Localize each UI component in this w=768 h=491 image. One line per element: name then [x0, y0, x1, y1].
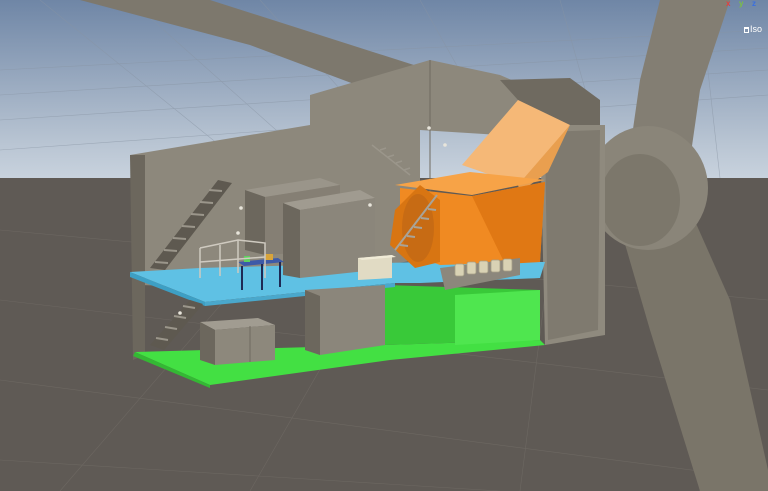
lower-cabinet[interactable] [305, 285, 385, 355]
electrical-box[interactable] [358, 255, 396, 280]
nacelle-front-face[interactable] [545, 130, 600, 340]
stacked-crates[interactable] [200, 318, 275, 365]
projection-icon [743, 27, 749, 33]
scene-view-viewport[interactable]: x y z Iso [0, 0, 768, 491]
wind-turbine-nacelle-scene[interactable] [0, 0, 768, 491]
scene-gizmo[interactable]: x y z Iso [716, 0, 768, 44]
projection-toggle[interactable]: Iso [743, 24, 762, 34]
gizmo-y-axis[interactable]: y [739, 0, 743, 8]
gizmo-x-axis[interactable]: x [726, 0, 730, 8]
hub-shadow [600, 154, 680, 246]
green-wall-block-face [455, 290, 540, 345]
gizmo-z-axis[interactable]: z [752, 0, 756, 8]
projection-label: Iso [749, 24, 762, 34]
